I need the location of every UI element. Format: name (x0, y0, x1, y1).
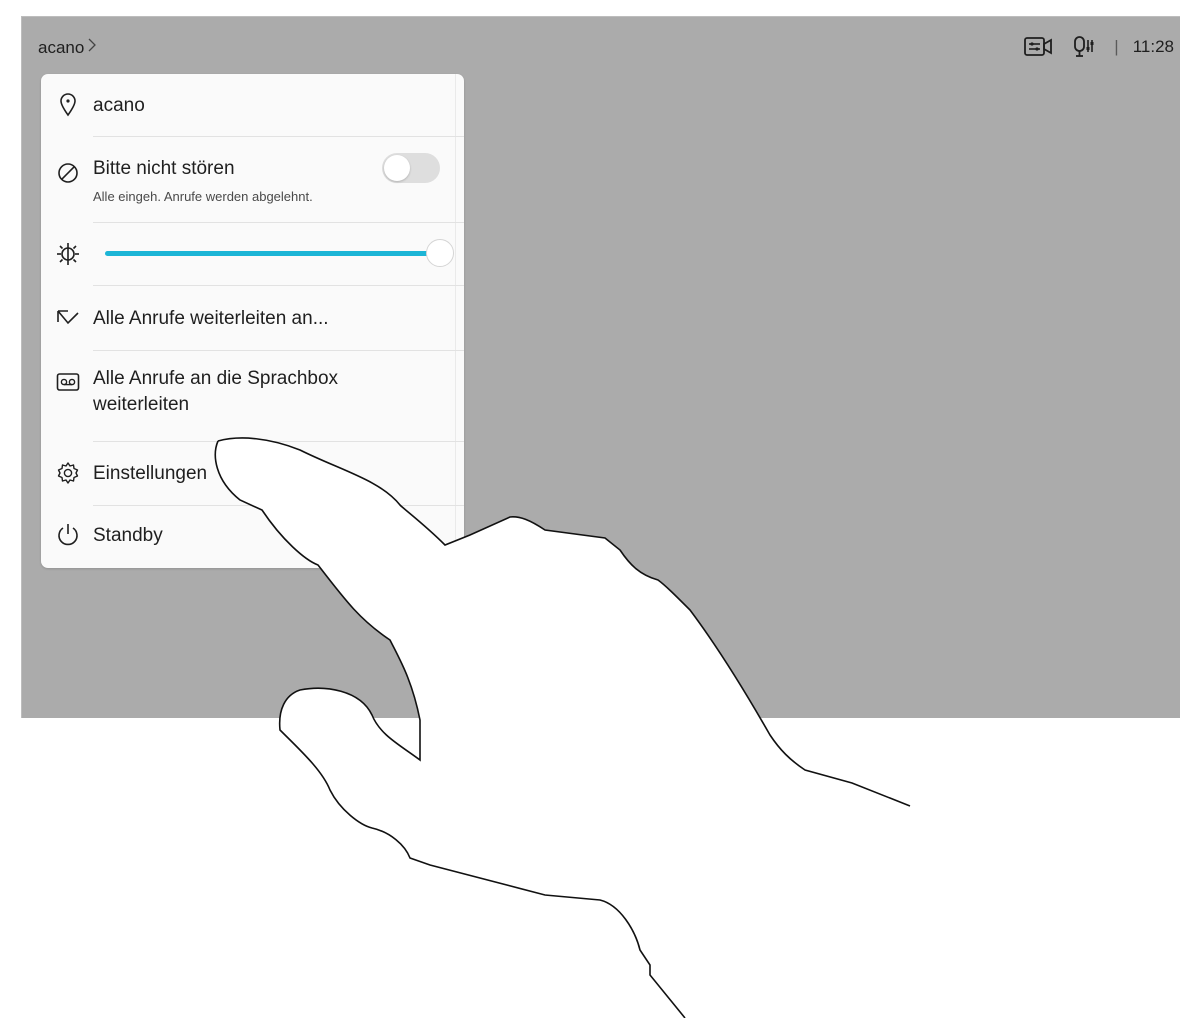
forward-calls-label: Alle Anrufe weiterleiten an... (93, 308, 329, 329)
microphone-settings-icon[interactable] (1072, 35, 1096, 59)
top-bar: acano | 11:28 (22, 17, 1180, 73)
do-not-disturb-toggle[interactable] (382, 153, 440, 183)
do-not-disturb-sublabel: Alle eingeh. Anrufe werden abgelehnt. (93, 189, 313, 204)
brightness-icon (55, 241, 81, 267)
power-icon (55, 522, 81, 548)
menu-item-forward-calls[interactable]: Alle Anrufe weiterleiten an... (41, 286, 464, 350)
forward-call-icon (55, 306, 81, 332)
location-pin-icon (55, 92, 81, 118)
chevron-right-icon (87, 37, 97, 58)
voicemail-label-line1: Alle Anrufe an die Sprachbox (93, 368, 339, 389)
breadcrumb[interactable]: acano (38, 37, 97, 58)
gear-icon (55, 460, 81, 486)
menu-item-voicemail[interactable]: Alle Anrufe an die Sprachbox weiterleite… (41, 351, 464, 441)
do-not-disturb-label: Bitte nicht stören (93, 158, 235, 179)
breadcrumb-label: acano (38, 37, 85, 57)
status-area: | 11:28 (1006, 35, 1174, 59)
menu-item-location[interactable]: acano (41, 74, 464, 136)
brightness-slider-thumb[interactable] (426, 239, 454, 267)
settings-menu-panel: acano Bitte nicht stören Alle eingeh. An… (41, 74, 464, 568)
camera-controls-icon[interactable] (1024, 36, 1054, 58)
status-separator: | (1114, 37, 1119, 56)
toggle-knob (384, 155, 410, 181)
brightness-slider-track[interactable] (105, 251, 443, 256)
voicemail-label-line2: weiterleiten (93, 394, 190, 415)
menu-item-standby[interactable]: Standby (41, 506, 464, 568)
screen: acano | 11:28 acano Bitte nicht stören A… (21, 16, 1180, 718)
do-not-disturb-icon (55, 160, 81, 186)
location-label: acano (93, 95, 145, 116)
standby-label: Standby (93, 525, 163, 546)
settings-label: Einstellungen (93, 463, 208, 484)
voicemail-icon (55, 369, 81, 395)
clock: 11:28 (1132, 37, 1174, 56)
menu-item-settings[interactable]: Einstellungen (41, 442, 464, 505)
